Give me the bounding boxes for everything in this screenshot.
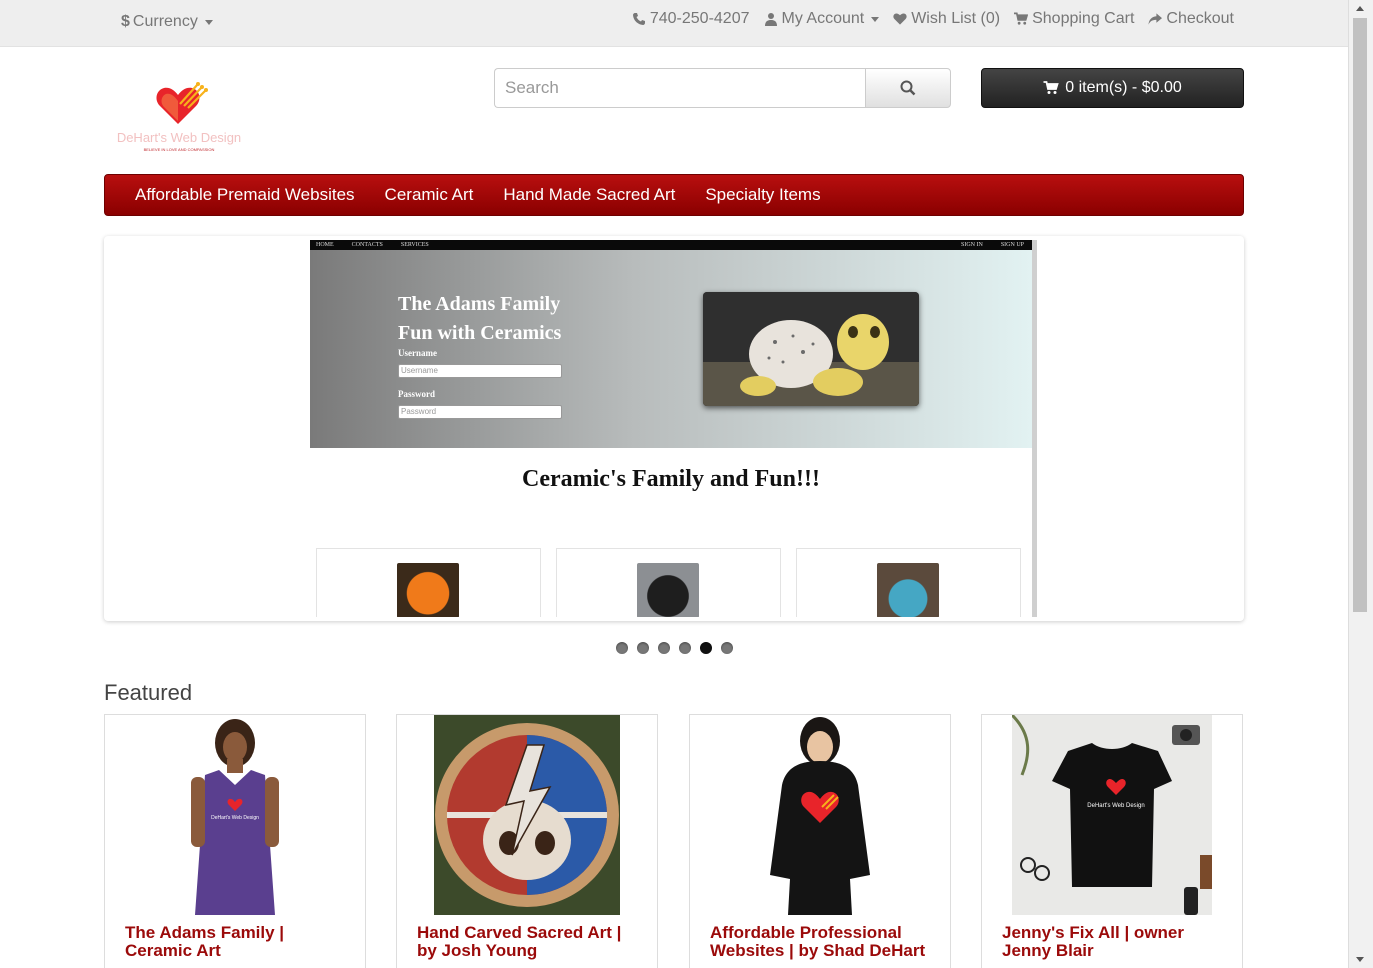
- checkout-label: Checkout: [1166, 10, 1234, 27]
- menu-item-premaid-websites[interactable]: Affordable Premaid Websites: [135, 185, 355, 205]
- slide-title-line2: Fun with Ceramics: [398, 322, 562, 344]
- slide-nav-home: HOME: [316, 242, 334, 248]
- product-card[interactable]: DeHart's Web Design Jenny's Fix All | ow…: [981, 714, 1243, 968]
- slide-title-line1: The Adams Family: [398, 293, 561, 315]
- main-menu: Affordable Premaid Websites Ceramic Art …: [104, 174, 1244, 216]
- menu-item-ceramic-art[interactable]: Ceramic Art: [385, 185, 474, 205]
- product-title-line2[interactable]: Ceramic Art: [125, 942, 350, 960]
- menu-item-sacred-art[interactable]: Hand Made Sacred Art: [503, 185, 675, 205]
- product-card[interactable]: Affordable Professional Websites | by Sh…: [689, 714, 951, 968]
- search-bar: [494, 68, 951, 108]
- slide-password-field: Password: [398, 405, 562, 419]
- search-button[interactable]: [865, 68, 951, 108]
- product-title-line2[interactable]: Websites | by Shad DeHart: [710, 942, 935, 960]
- product-image[interactable]: DeHart's Web Design: [135, 715, 335, 915]
- product-title-line2[interactable]: by Josh Young: [417, 942, 642, 960]
- page-scrollbar[interactable]: [1348, 0, 1373, 968]
- pumpkin-thumb: [397, 563, 459, 617]
- my-account-label: My Account: [781, 10, 865, 27]
- wish-list-label: Wish List (0): [911, 10, 1001, 27]
- product-title[interactable]: Affordable Professional Websites | by Sh…: [710, 924, 935, 960]
- slide-nav-contacts: CONTACTS: [351, 242, 383, 248]
- slide-scrollbar: [1032, 240, 1037, 420]
- pagination-dot[interactable]: [658, 642, 670, 654]
- scrollbar-thumb[interactable]: [1353, 18, 1367, 612]
- slide-username-field: Username: [398, 364, 562, 378]
- product-image[interactable]: DeHart's Web Design: [1012, 715, 1212, 915]
- search-input[interactable]: [494, 68, 865, 108]
- product-title-line1[interactable]: Affordable Professional: [710, 924, 935, 942]
- phone-icon: [632, 12, 646, 26]
- my-account-dropdown[interactable]: My Account: [764, 10, 880, 28]
- phone-link[interactable]: 740-250-4207: [632, 10, 750, 28]
- top-links: 740-250-4207 My Account Wish List (0) Sh…: [632, 10, 1234, 28]
- product-title[interactable]: The Adams Family | Ceramic Art: [125, 924, 350, 960]
- shopping-cart-link[interactable]: Shopping Cart: [1014, 10, 1134, 28]
- cart-summary: 0 item(s) - $0.00: [1065, 79, 1182, 96]
- product-title[interactable]: Jenny's Fix All | owner Jenny Blair: [1002, 924, 1227, 960]
- site-logo[interactable]: DeHart's Web Design BELIEVE IN LOVE AND …: [114, 76, 244, 156]
- slide-heading: Ceramic's Family and Fun!!!: [522, 466, 820, 492]
- slideshow-pagination: [616, 642, 733, 654]
- slide-hero: The Adams Family Fun with Ceramics Usern…: [310, 250, 1032, 448]
- top-bar: $ Currency 740-250-4207 My Account Wish …: [0, 0, 1348, 47]
- turtle-photo: [703, 292, 919, 406]
- slide-title: The Adams Family Fun with Ceramics: [398, 290, 561, 348]
- product-image[interactable]: [434, 715, 620, 915]
- currency-label: Currency: [132, 13, 198, 30]
- slide-username-label: Username: [398, 348, 437, 358]
- caret-down-icon: [871, 16, 880, 22]
- slide-screenshot: HOME CONTACTS SERVICES SIGN IN SIGN UP T…: [310, 240, 1037, 617]
- slide-nav: HOME CONTACTS SERVICES SIGN IN SIGN UP: [310, 240, 1032, 250]
- scroll-down-icon[interactable]: [1356, 957, 1364, 962]
- pagination-dot[interactable]: [721, 642, 733, 654]
- cart-button[interactable]: 0 item(s) - $0.00: [981, 68, 1244, 108]
- slide-card: [556, 548, 781, 617]
- blue-ceramic-thumb: [877, 563, 939, 617]
- product-title-line1[interactable]: The Adams Family |: [125, 924, 350, 942]
- product-title-line1[interactable]: Hand Carved Sacred Art |: [417, 924, 642, 942]
- slide-password-label: Password: [398, 389, 436, 399]
- pagination-dot[interactable]: [616, 642, 628, 654]
- checkout-link[interactable]: Checkout: [1148, 10, 1234, 28]
- product-image[interactable]: [720, 715, 920, 915]
- svg-text:DeHart's Web Design: DeHart's Web Design: [1087, 803, 1144, 809]
- pagination-dot[interactable]: [679, 642, 691, 654]
- slide-nav-sign-up: SIGN UP: [1000, 242, 1024, 248]
- product-title-line2[interactable]: Jenny Blair: [1002, 942, 1227, 960]
- wish-list-link[interactable]: Wish List (0): [893, 10, 1000, 28]
- product-title-line1[interactable]: Jenny's Fix All | owner: [1002, 924, 1227, 942]
- phone-number: 740-250-4207: [649, 10, 750, 27]
- svg-text:DeHart's Web Design: DeHart's Web Design: [211, 815, 259, 821]
- product-title[interactable]: Hand Carved Sacred Art | by Josh Young: [417, 924, 642, 960]
- featured-heading: Featured: [104, 680, 193, 705]
- currency-dropdown[interactable]: $ Currency: [121, 13, 213, 31]
- logo-text: DeHart's Web Design: [117, 130, 241, 145]
- product-card[interactable]: DeHart's Web Design The Adams Family | C…: [104, 714, 366, 968]
- slide-card: [796, 548, 1021, 617]
- heart-logo-icon: DeHart's Web Design BELIEVE IN LOVE AND …: [117, 82, 241, 152]
- scroll-up-icon[interactable]: [1356, 6, 1364, 11]
- share-arrow-icon: [1148, 12, 1163, 26]
- menu-item-specialty-items[interactable]: Specialty Items: [705, 185, 820, 205]
- slide-nav-services: SERVICES: [400, 242, 429, 248]
- pagination-dot-active[interactable]: [700, 642, 712, 654]
- user-icon: [764, 12, 778, 26]
- shopping-cart-label: Shopping Cart: [1032, 10, 1135, 27]
- slide-card: [316, 548, 541, 617]
- product-card[interactable]: Hand Carved Sacred Art | by Josh Young: [396, 714, 658, 968]
- slideshow[interactable]: HOME CONTACTS SERVICES SIGN IN SIGN UP T…: [104, 236, 1244, 621]
- dollar-icon: $: [121, 13, 130, 30]
- pagination-dot[interactable]: [637, 642, 649, 654]
- heart-icon: [893, 12, 907, 26]
- slide-nav-sign-in: SIGN IN: [960, 242, 983, 248]
- logo-tagline: BELIEVE IN LOVE AND COMPASSION: [144, 147, 215, 152]
- ceramic-thumb: [637, 563, 699, 617]
- search-icon: [900, 80, 916, 96]
- cart-icon: [1043, 81, 1059, 94]
- caret-down-icon: [204, 19, 213, 25]
- cart-icon: [1014, 12, 1029, 26]
